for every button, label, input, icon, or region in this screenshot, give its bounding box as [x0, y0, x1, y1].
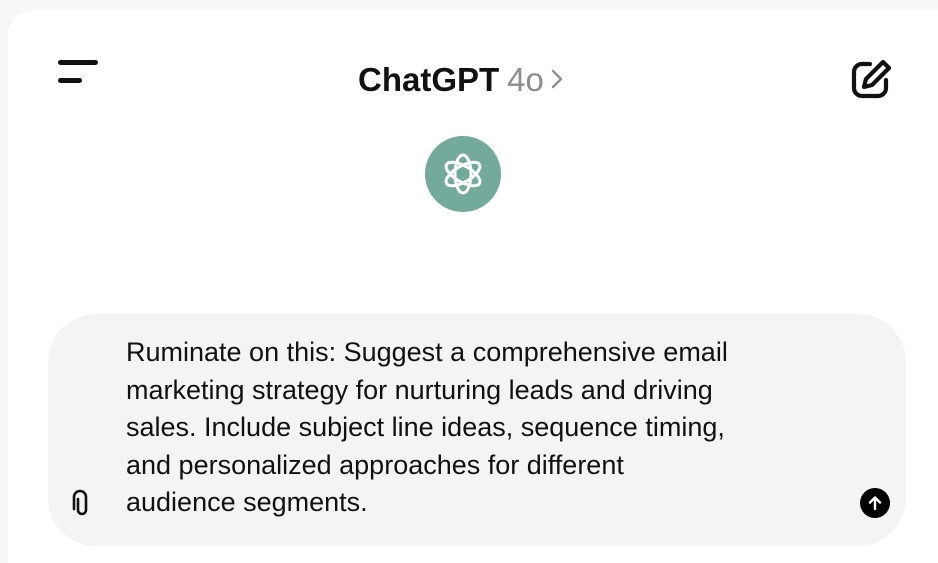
sidebar-menu-button[interactable] — [58, 60, 104, 100]
attach-button[interactable] — [68, 488, 96, 518]
model-label: 4o — [507, 61, 544, 98]
chat-screen: ChatGPT 4o Ruminate on this: Suggest a co… — [8, 10, 938, 563]
paperclip-icon — [72, 489, 88, 516]
edit-pencil-icon — [851, 59, 892, 99]
chevron-right-icon — [550, 59, 564, 99]
new-chat-button[interactable] — [848, 56, 894, 102]
model-selector-button[interactable]: ChatGPT 4o — [358, 60, 564, 100]
message-composer: Ruminate on this: Suggest a comprehensiv… — [48, 314, 906, 546]
send-button[interactable] — [860, 488, 890, 518]
arrow-up-icon — [868, 496, 882, 511]
openai-logo-icon — [425, 136, 501, 212]
app-title: ChatGPT — [358, 61, 500, 98]
menu-bar-top — [58, 60, 98, 65]
menu-bar-bottom — [58, 78, 82, 83]
prompt-input[interactable]: Ruminate on this: Suggest a comprehensiv… — [126, 334, 826, 522]
